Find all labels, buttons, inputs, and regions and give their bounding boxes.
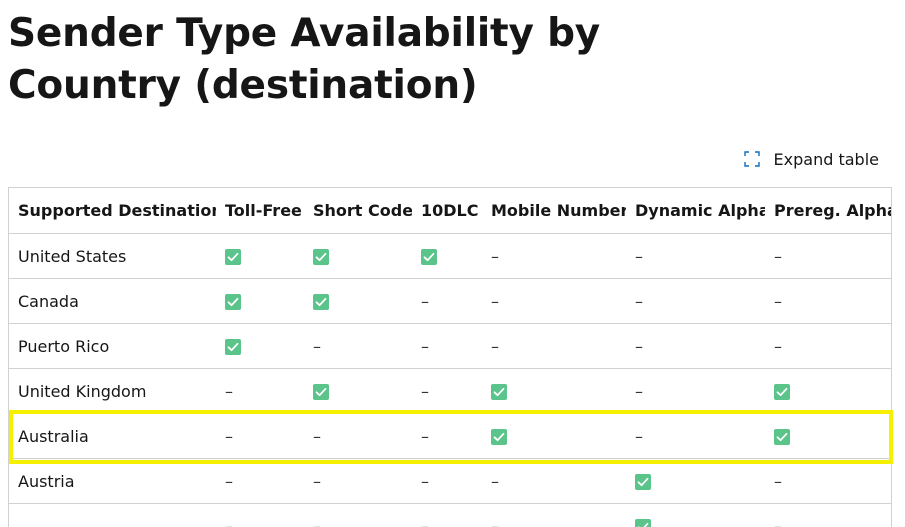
destination-cell: Puerto Rico (9, 324, 216, 369)
green-checkmark-icon (491, 384, 507, 400)
table-row: ––––– (9, 504, 891, 527)
green-checkmark-icon (421, 249, 437, 265)
unsupported-cell: – (482, 279, 626, 324)
unsupported-cell: – (216, 369, 304, 414)
table-row: United Kingdom––– (9, 369, 891, 414)
column-header: Supported Destinations (9, 188, 216, 234)
column-header: Dynamic Alpha (626, 188, 765, 234)
unsupported-cell: – (216, 414, 304, 459)
green-checkmark-icon (635, 519, 651, 527)
unsupported-cell: – (626, 234, 765, 279)
unsupported-cell: – (765, 459, 891, 504)
column-header: Prereg. Alpha (765, 188, 891, 234)
unsupported-cell: – (765, 504, 891, 527)
supported-cell (304, 279, 412, 324)
unsupported-cell: – (482, 234, 626, 279)
expand-corners-icon (744, 151, 760, 167)
green-checkmark-icon (225, 339, 241, 355)
unsupported-cell: – (304, 414, 412, 459)
unsupported-cell: – (626, 279, 765, 324)
supported-cell (216, 234, 304, 279)
unsupported-cell: – (412, 459, 482, 504)
supported-cell (482, 369, 626, 414)
unsupported-cell: – (412, 504, 482, 527)
table-row: Puerto Rico––––– (9, 324, 891, 369)
unsupported-cell: – (304, 459, 412, 504)
unsupported-cell: – (412, 369, 482, 414)
green-checkmark-icon (225, 294, 241, 310)
destination-cell: Canada (9, 279, 216, 324)
supported-cell (216, 324, 304, 369)
supported-cell (482, 414, 626, 459)
green-checkmark-icon (313, 384, 329, 400)
unsupported-cell: – (626, 324, 765, 369)
green-checkmark-icon (225, 249, 241, 265)
green-checkmark-icon (774, 429, 790, 445)
supported-cell (626, 459, 765, 504)
unsupported-cell: – (304, 324, 412, 369)
destination-cell (9, 504, 216, 527)
destination-cell: United States (9, 234, 216, 279)
expand-table-label: Expand table (774, 150, 879, 169)
unsupported-cell: – (304, 504, 412, 527)
supported-cell (216, 279, 304, 324)
unsupported-cell: – (765, 324, 891, 369)
column-header: Toll-Free (216, 188, 304, 234)
unsupported-cell: – (412, 324, 482, 369)
unsupported-cell: – (626, 369, 765, 414)
unsupported-cell: – (765, 234, 891, 279)
green-checkmark-icon (313, 294, 329, 310)
table-row: Austria––––– (9, 459, 891, 504)
expand-table-button[interactable]: Expand table (744, 146, 879, 172)
supported-cell (304, 369, 412, 414)
green-checkmark-icon (774, 384, 790, 400)
unsupported-cell: – (216, 459, 304, 504)
destination-cell: United Kingdom (9, 369, 216, 414)
green-checkmark-icon (313, 249, 329, 265)
unsupported-cell: – (412, 414, 482, 459)
column-header: 10DLC (412, 188, 482, 234)
unsupported-cell: – (482, 324, 626, 369)
page-title: Sender Type Availability by Country (des… (8, 8, 728, 112)
table-row: United States––– (9, 234, 891, 279)
unsupported-cell: – (482, 459, 626, 504)
unsupported-cell: – (626, 414, 765, 459)
green-checkmark-icon (491, 429, 507, 445)
unsupported-cell: – (216, 504, 304, 527)
supported-cell (765, 414, 891, 459)
supported-cell (304, 234, 412, 279)
sender-type-table: Supported Destinations Toll-Free Short C… (8, 187, 892, 527)
table-row: Australia–––– (9, 414, 891, 459)
table-row: Canada–––– (9, 279, 891, 324)
table-header-row: Supported Destinations Toll-Free Short C… (9, 188, 891, 234)
column-header: Mobile Number (482, 188, 626, 234)
column-header: Short Code (304, 188, 412, 234)
destination-cell: Austria (9, 459, 216, 504)
unsupported-cell: – (482, 504, 626, 527)
supported-cell (765, 369, 891, 414)
unsupported-cell: – (412, 279, 482, 324)
green-checkmark-icon (635, 474, 651, 490)
supported-cell (412, 234, 482, 279)
destination-cell: Australia (9, 414, 216, 459)
supported-cell (626, 504, 765, 527)
unsupported-cell: – (765, 279, 891, 324)
